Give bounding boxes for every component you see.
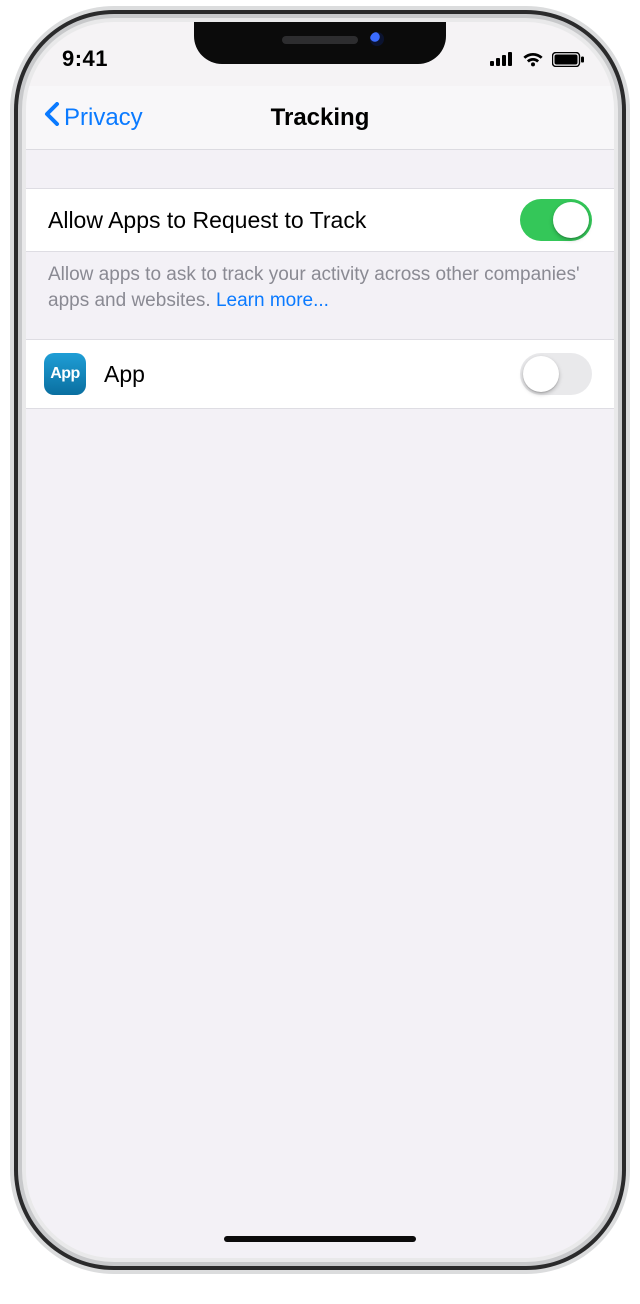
toggle-knob	[523, 356, 559, 392]
settings-content: Allow Apps to Request to Track Allow app…	[26, 150, 614, 1258]
battery-icon	[552, 52, 584, 67]
wifi-icon	[522, 51, 544, 67]
status-time: 9:41	[62, 46, 108, 72]
back-button[interactable]: Privacy	[36, 86, 151, 149]
back-label: Privacy	[64, 104, 143, 132]
notch	[194, 22, 446, 64]
cellular-icon	[490, 52, 514, 66]
allow-request-toggle[interactable]	[520, 199, 592, 241]
allow-request-cell: Allow Apps to Request to Track	[26, 188, 614, 252]
app-tracking-toggle[interactable]	[520, 353, 592, 395]
front-camera	[370, 32, 384, 46]
chevron-left-icon	[44, 102, 60, 133]
app-tracking-cell: App App	[26, 339, 614, 409]
speaker-grille	[282, 36, 358, 44]
silent-switch	[10, 224, 16, 268]
section-footer: Allow apps to ask to track your activity…	[26, 252, 614, 337]
app-name-label: App	[104, 361, 520, 388]
volume-up-button	[10, 298, 16, 384]
learn-more-link[interactable]: Learn more...	[216, 290, 329, 311]
home-indicator[interactable]	[224, 1236, 416, 1242]
power-button	[624, 320, 630, 440]
navigation-bar: Privacy Tracking	[26, 86, 614, 150]
volume-down-button	[10, 404, 16, 490]
phone-frame: 9:41	[26, 22, 614, 1258]
allow-request-label: Allow Apps to Request to Track	[48, 207, 520, 234]
status-indicators	[490, 51, 584, 67]
app-icon: App	[44, 353, 86, 395]
toggle-knob	[553, 202, 589, 238]
